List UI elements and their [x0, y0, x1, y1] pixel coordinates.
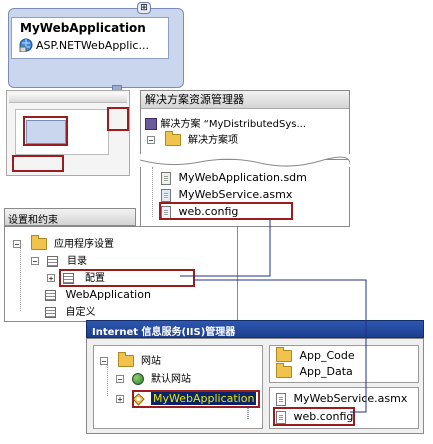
connector-line — [194, 279, 367, 413]
connector-lines — [180, 220, 367, 420]
connector-line — [194, 220, 271, 277]
